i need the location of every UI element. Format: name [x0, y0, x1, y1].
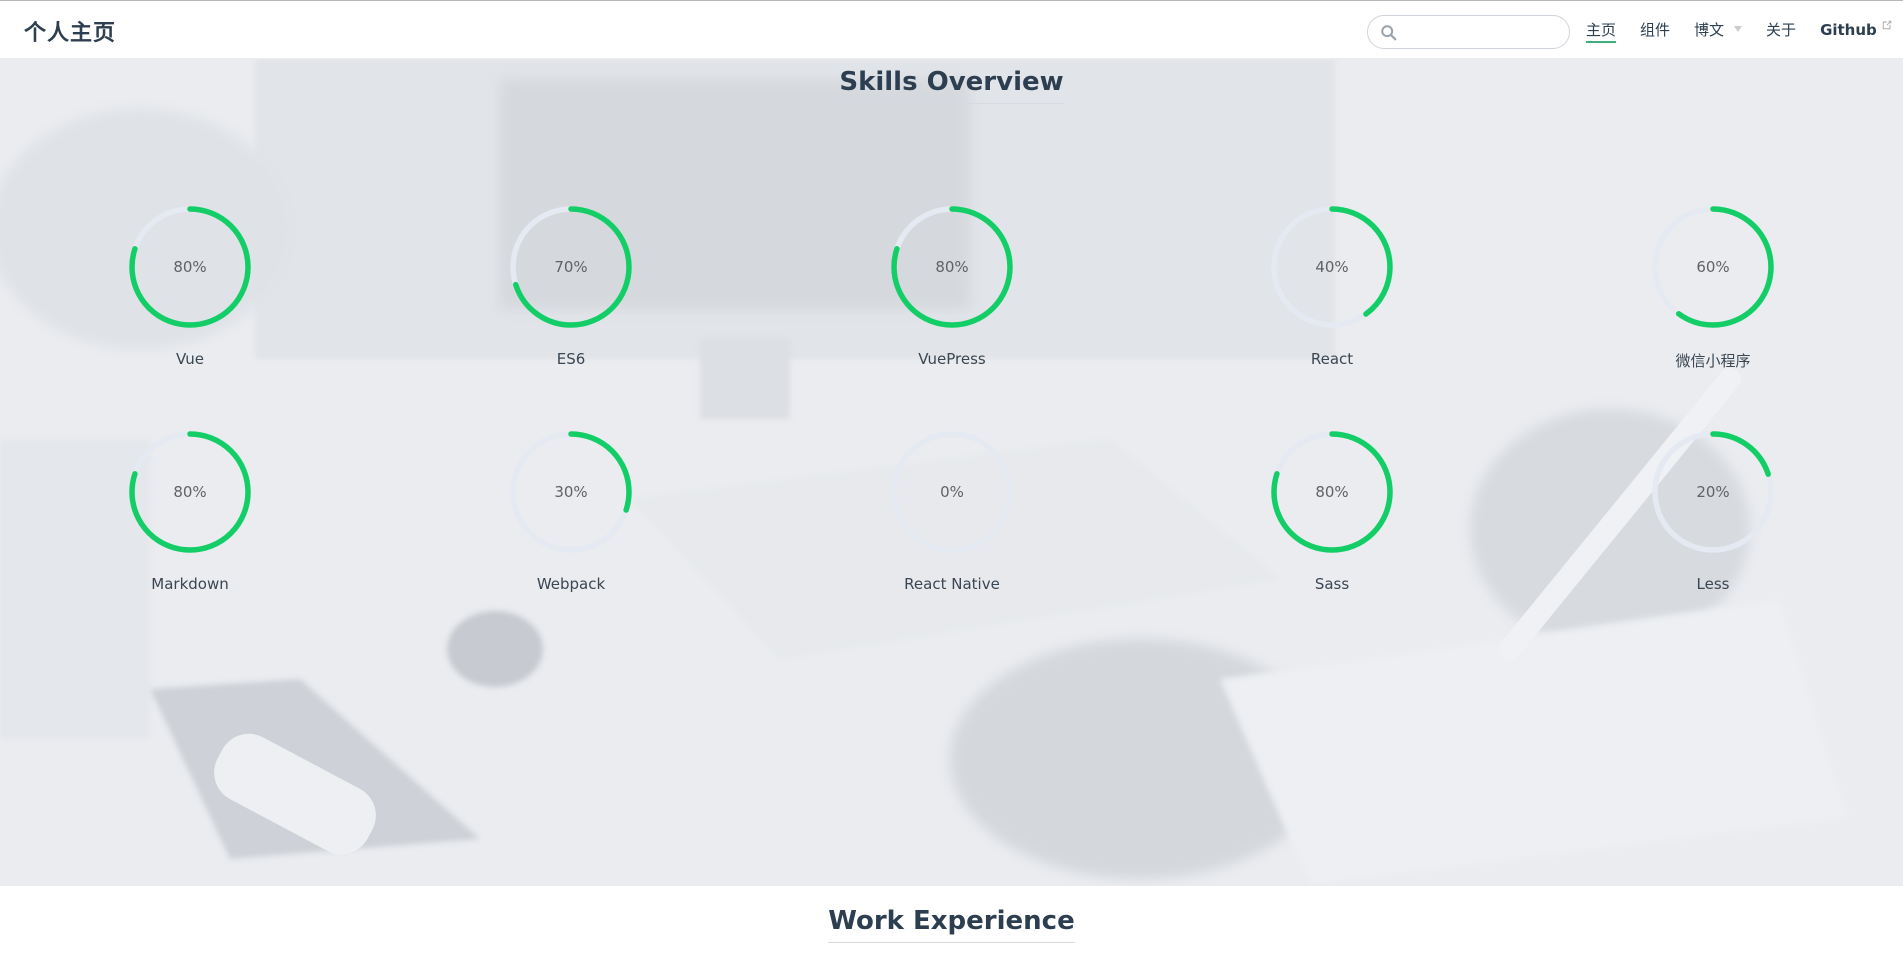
- nav-item-about[interactable]: 关于: [1766, 19, 1796, 43]
- nav-item-blog-dropdown[interactable]: 博文: [1694, 19, 1743, 43]
- nav-item-github[interactable]: Github: [1820, 19, 1893, 43]
- skill-name: React Native: [904, 575, 1000, 593]
- search-icon: [1381, 25, 1397, 41]
- skill-percent: 80%: [935, 258, 969, 276]
- skill-percent: 40%: [1315, 258, 1349, 276]
- navbar: 个人主页 主页 组件 博文 关于 Github: [0, 0, 1903, 59]
- nav-item-components[interactable]: 组件: [1640, 19, 1670, 43]
- skill-percent: 80%: [1315, 483, 1349, 501]
- nav-item-blog-label: 博文: [1694, 20, 1725, 39]
- skills-title-text: Skills Overview: [839, 67, 1064, 104]
- caret-down-icon: [1734, 26, 1743, 32]
- skill-name: Markdown: [151, 575, 229, 593]
- skill-name: ES6: [556, 350, 586, 368]
- skill-name: Less: [1696, 575, 1730, 593]
- skill-percent: 0%: [940, 483, 964, 501]
- external-link-icon: [1882, 20, 1892, 29]
- nav-links: 主页 组件 博文 关于 Github: [1586, 1, 1903, 60]
- skill-percent: 20%: [1696, 483, 1730, 501]
- skill-percent: 60%: [1696, 258, 1730, 276]
- skill-percent: 70%: [554, 258, 588, 276]
- search-input[interactable]: [1402, 19, 1562, 45]
- skill-name: React: [1310, 350, 1354, 368]
- skill-percent: 80%: [173, 258, 207, 276]
- skill-name: Webpack: [536, 575, 606, 593]
- skill-name: Sass: [1314, 575, 1350, 593]
- skills-title: Skills Overview: [0, 67, 1903, 104]
- site-name-link[interactable]: 个人主页: [24, 15, 116, 47]
- search-box[interactable]: [1367, 15, 1570, 49]
- skill-percent: 80%: [173, 483, 207, 501]
- skill-name: Vue: [176, 350, 204, 368]
- skill-name: VuePress: [918, 350, 986, 368]
- nav-item-github-label: Github: [1820, 20, 1877, 39]
- skill-percent: 30%: [554, 483, 588, 501]
- nav-item-home[interactable]: 主页: [1586, 19, 1617, 43]
- work-experience-title-text: Work Experience: [828, 906, 1075, 943]
- skill-name: 微信小程序: [1675, 352, 1751, 370]
- skills-section: Skills Overview 80% Vue 70% ES6 80% VueP…: [0, 59, 1903, 886]
- work-experience-title: Work Experience: [0, 906, 1903, 943]
